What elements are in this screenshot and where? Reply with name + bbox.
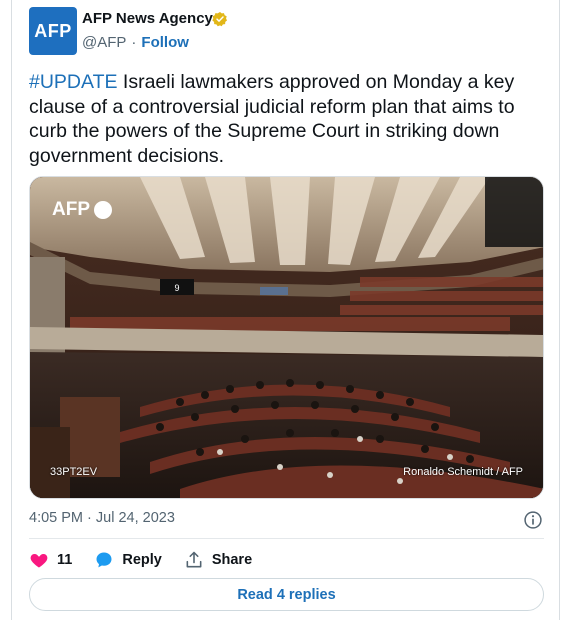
photo-logo-dot (94, 201, 112, 219)
follow-button[interactable]: Follow (141, 34, 189, 51)
tweet-card: AFP AFP News Agency @AFP · Follow #UPDAT… (11, 0, 560, 620)
photo-id: 33PT2EV (50, 466, 98, 478)
separator-dot: · (131, 34, 137, 51)
tweet-photo[interactable]: 9 AFP 33PT2EV Ronaldo Schemidt / AFP (29, 176, 544, 499)
share-button[interactable]: Share (184, 550, 252, 570)
reply-label: Reply (122, 552, 162, 568)
photo-afp-logo: AFP (52, 199, 112, 221)
author-handle[interactable]: @AFP (82, 34, 126, 51)
tweet-timestamp[interactable]: 4:05 PM · Jul 24, 2023 (29, 510, 175, 526)
reply-button[interactable]: Reply (94, 550, 162, 570)
like-count: 11 (57, 552, 73, 568)
action-bar: 11 Reply Share (29, 548, 274, 572)
read-replies-button[interactable]: Read 4 replies (29, 578, 544, 611)
like-button[interactable]: 11 (29, 550, 72, 570)
photo-credit: Ronaldo Schemidt / AFP (403, 466, 523, 478)
reply-bubble-icon (96, 552, 112, 568)
photo-logo-text: AFP (52, 199, 90, 220)
divider (29, 538, 544, 539)
handle-row: @AFP · Follow (82, 34, 189, 51)
parliament-photo-illustration: 9 (30, 177, 543, 498)
display-screen-number: 9 (174, 283, 179, 293)
hashtag-link[interactable]: #UPDATE (29, 71, 118, 93)
tweet-text: #UPDATE Israeli lawmakers approved on Mo… (29, 70, 544, 168)
verified-badge-icon (212, 12, 227, 27)
share-label: Share (211, 552, 253, 568)
info-icon[interactable] (523, 510, 543, 530)
share-icon (186, 551, 202, 568)
avatar-logo-text: AFP (34, 20, 72, 41)
heart-icon (30, 554, 48, 568)
author-name[interactable]: AFP News Agency (82, 10, 213, 27)
avatar[interactable]: AFP (29, 7, 77, 55)
